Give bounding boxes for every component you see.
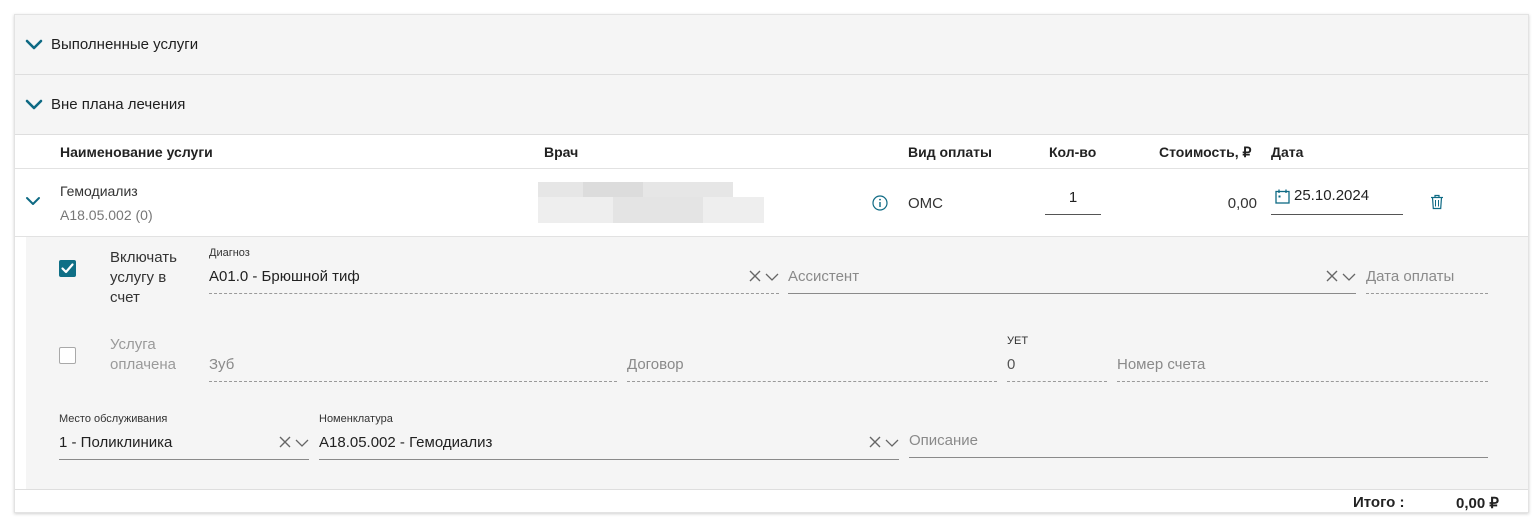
clear-icon[interactable] [749,269,761,285]
chevron-down-icon[interactable] [295,435,309,451]
section-done-title: Выполненные услуги [51,36,199,53]
contract-placeholder: Договор [627,356,684,373]
diagnosis-value: A01.0 - Брюшной тиф [209,268,360,285]
nomenclature-value: A18.05.002 - Гемодиализ [319,434,493,451]
col-date: Дата [1271,144,1304,160]
col-qty: Кол-во [1049,144,1097,160]
uet-label: УЕТ [1007,335,1029,347]
clear-icon[interactable] [279,435,291,451]
tooth-field[interactable]: Зуб [209,335,617,383]
uet-field[interactable]: УЕТ 0 [1007,335,1107,383]
place-of-service-label: Место обслуживания [59,413,168,425]
invoice-number-field[interactable]: Номер счета [1117,335,1488,383]
calendar-icon[interactable] [1275,189,1290,208]
clear-icon[interactable] [1326,269,1338,285]
col-payment-type: Вид оплаты [908,144,992,160]
col-service: Наименование услуги [60,144,213,160]
diagnosis-field[interactable]: Диагноз A01.0 - Брюшной тиф [209,247,779,295]
service-paid-label: Услуга оплачена [110,336,177,373]
tooth-placeholder: Зуб [209,356,235,373]
nomenclature-label: Номенклатура [319,413,393,425]
section-off-plan-title: Вне плана лечения [51,96,186,113]
doctor-name-redacted [538,182,764,226]
service-details: Включать услугу в счет Диагноз A01.0 - Б… [26,237,1528,489]
chevron-down-icon[interactable] [23,34,45,56]
place-of-service-field[interactable]: Место обслуживания 1 - Поликлиника [59,413,309,461]
chevron-down-icon[interactable] [1342,269,1356,285]
payment-date-placeholder: Дата оплаты [1366,268,1455,285]
payment-date-field[interactable]: Дата оплаты [1366,247,1488,295]
info-icon[interactable] [872,195,888,215]
assistant-field[interactable]: Ассистент [788,247,1356,295]
col-doctor: Врач [544,144,579,160]
include-in-invoice-checkbox[interactable] [59,260,76,277]
assistant-placeholder: Ассистент [788,268,860,285]
service-name: Гемодиализ [60,183,138,199]
total-value: 0,00 ₽ [1456,495,1499,512]
section-off-plan[interactable]: Вне плана лечения [15,75,1528,135]
include-in-invoice-label: Включать услугу в счет [110,249,177,306]
date-value: 25.10.2024 [1294,187,1370,204]
service-code: A18.05.002 (0) [60,207,153,223]
clear-icon[interactable] [869,435,881,451]
table-header: Наименование услуги Врач Вид оплаты Кол-… [15,135,1528,169]
total-label: Итого : [1353,494,1405,511]
date-input[interactable]: 25.10.2024 [1271,187,1403,215]
services-panel: Выполненные услуги Вне плана лечения Наи… [14,14,1529,513]
place-of-service-value: 1 - Поликлиника [59,434,173,451]
chevron-down-icon[interactable] [885,435,899,451]
chevron-down-icon[interactable] [765,269,779,285]
payment-type: ОМС [908,195,943,212]
nomenclature-field[interactable]: Номенклатура A18.05.002 - Гемодиализ [319,413,899,461]
section-done-services[interactable]: Выполненные услуги [15,15,1528,75]
trash-icon[interactable] [1430,194,1444,214]
contract-field[interactable]: Договор [627,335,997,383]
total-footer: Итого : 0,00 ₽ [15,489,1528,512]
invoice-number-placeholder: Номер счета [1117,356,1206,373]
uet-value: 0 [1007,356,1016,373]
table-row: Гемодиализ A18.05.002 (0) ОМС 1 0,00 25.… [15,169,1528,237]
diagnosis-label: Диагноз [209,247,250,259]
col-cost: Стоимость, ₽ [1159,144,1252,160]
description-field[interactable]: Описание [909,413,1488,461]
cost-value: 0,00 [1227,195,1257,212]
chevron-down-icon[interactable] [23,94,45,116]
service-paid-checkbox[interactable] [59,347,76,364]
qty-input[interactable]: 1 [1045,189,1101,215]
description-placeholder: Описание [909,432,979,449]
row-expand-chevron-icon[interactable] [25,193,41,210]
